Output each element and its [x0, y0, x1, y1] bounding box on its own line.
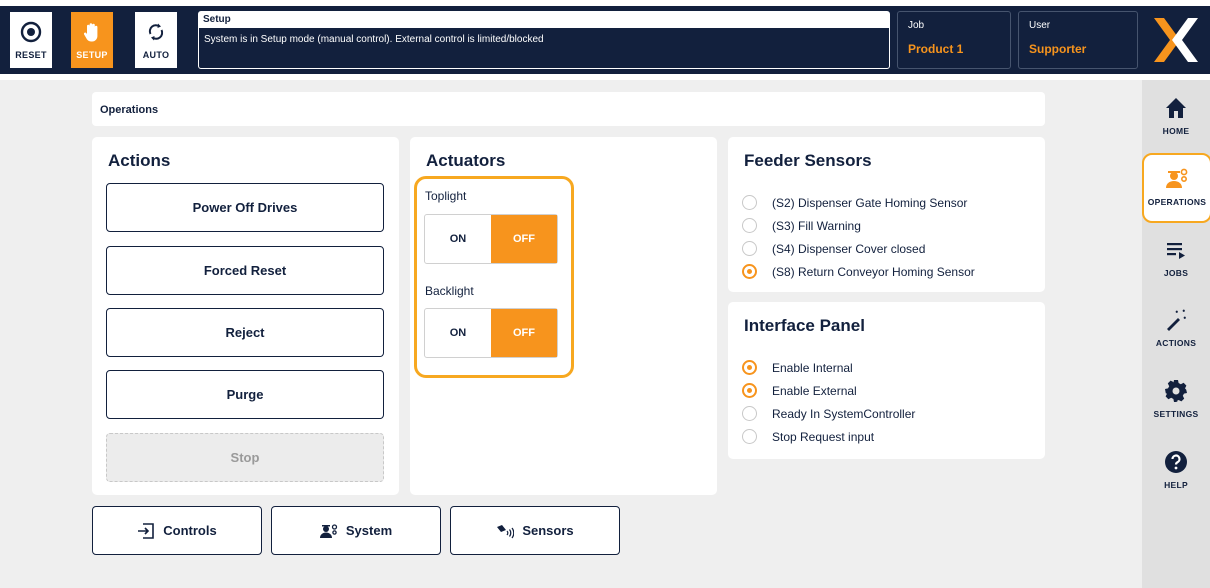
sidebar: HOME OPERATIONS JOBS ACTIONS SETTINGS HE… — [1142, 80, 1210, 588]
operations-icon — [1166, 168, 1188, 188]
system-button[interactable]: System — [271, 506, 441, 555]
sidebar-item-jobs[interactable]: JOBS — [1142, 226, 1210, 296]
controls-label: Controls — [163, 523, 217, 538]
reset-button[interactable]: RESET — [10, 12, 52, 68]
actions-card: Actions Power Off Drives Forced Reset Re… — [92, 137, 399, 495]
sensor-label: (S3) Fill Warning — [772, 219, 861, 233]
forced-reset-button[interactable]: Forced Reset — [106, 246, 384, 295]
sensor-label: (S8) Return Conveyor Homing Sensor — [772, 265, 975, 279]
auto-cycle-icon — [148, 23, 164, 41]
sensor-label: (S4) Dispenser Cover closed — [772, 242, 926, 256]
sidebar-item-label: OPERATIONS — [1147, 197, 1207, 207]
sensors-button[interactable]: Sensors — [450, 506, 620, 555]
logo-icon — [1154, 18, 1198, 62]
gear-icon — [1165, 380, 1187, 402]
breadcrumb: Operations — [92, 92, 1045, 126]
sensors-icon — [497, 524, 515, 538]
reject-button[interactable]: Reject — [106, 308, 384, 357]
stop-button[interactable]: Stop — [106, 433, 384, 482]
backlight-on-option[interactable]: ON — [425, 309, 491, 357]
backlight-off-option[interactable]: OFF — [491, 309, 557, 357]
status-indicator — [742, 383, 757, 398]
sidebar-item-actions[interactable]: ACTIONS — [1142, 296, 1210, 366]
sidebar-item-operations[interactable]: OPERATIONS — [1142, 153, 1210, 223]
sidebar-item-label: HOME — [1162, 126, 1190, 136]
backlight-toggle[interactable]: ON OFF — [424, 308, 558, 358]
home-icon — [1166, 98, 1186, 118]
auto-label: AUTO — [142, 50, 170, 60]
sidebar-item-label: ACTIONS — [1155, 338, 1197, 348]
interface-label: Enable Internal — [772, 361, 853, 375]
user-label: User — [1029, 20, 1051, 31]
controls-button[interactable]: Controls — [92, 506, 262, 555]
status-indicator — [742, 241, 757, 256]
status-message: System is in Setup mode (manual control)… — [204, 34, 544, 45]
interface-label: Stop Request input — [772, 430, 875, 444]
status-indicator — [742, 406, 757, 421]
toplight-toggle[interactable]: ON OFF — [424, 214, 558, 264]
sidebar-item-label: SETTINGS — [1153, 409, 1199, 419]
auto-mode-button[interactable]: AUTO — [135, 12, 177, 68]
interface-panel-title: Interface Panel — [744, 316, 865, 335]
toplight-off-option[interactable]: OFF — [491, 215, 557, 263]
power-off-drives-button[interactable]: Power Off Drives — [106, 183, 384, 232]
toplight-label: Toplight — [425, 189, 467, 203]
sensors-label: Sensors — [522, 523, 574, 538]
top-bar: RESET SETUP AUTO Setup System is in Setu… — [0, 0, 1210, 80]
actions-title: Actions — [108, 151, 171, 170]
user-value: Supporter — [1029, 42, 1087, 56]
sidebar-item-settings[interactable]: SETTINGS — [1142, 367, 1210, 437]
status-title: Setup — [199, 12, 889, 28]
controls-icon — [138, 522, 155, 539]
interface-panel-card: Interface Panel Enable Internal Enable E… — [728, 302, 1045, 459]
sidebar-item-home[interactable]: HOME — [1142, 84, 1210, 154]
toplight-on-option[interactable]: ON — [425, 215, 491, 263]
interface-label: Enable External — [772, 384, 857, 398]
status-indicator — [742, 195, 757, 210]
sidebar-item-label: HELP — [1164, 480, 1188, 490]
brand-logo — [1142, 6, 1210, 74]
sensor-label: (S2) Dispenser Gate Homing Sensor — [772, 196, 968, 210]
job-label: Job — [908, 20, 925, 31]
reset-label: RESET — [15, 50, 47, 60]
system-icon — [319, 523, 338, 538]
interface-label: Ready In SystemController — [772, 407, 916, 421]
magic-wand-icon — [1167, 309, 1186, 331]
purge-button[interactable]: Purge — [106, 370, 384, 419]
reset-icon — [20, 21, 42, 43]
system-label: System — [345, 523, 393, 538]
setup-label: SETUP — [76, 50, 108, 60]
feeder-sensors-title: Feeder Sensors — [744, 151, 872, 170]
user-panel[interactable]: User Supporter — [1018, 11, 1138, 69]
sidebar-item-label: JOBS — [1163, 268, 1189, 278]
sidebar-item-help[interactable]: HELP — [1142, 438, 1210, 508]
setup-mode-button[interactable]: SETUP — [71, 12, 113, 68]
hand-icon — [83, 23, 98, 42]
status-indicator — [742, 360, 757, 375]
status-indicator — [742, 264, 757, 279]
status-panel: Setup System is in Setup mode (manual co… — [198, 11, 890, 69]
job-panel[interactable]: Job Product 1 — [897, 11, 1011, 69]
status-indicator — [742, 218, 757, 233]
jobs-icon — [1167, 243, 1185, 259]
actuators-title: Actuators — [426, 151, 506, 170]
status-indicator — [742, 429, 757, 444]
backlight-label: Backlight — [425, 284, 474, 298]
help-icon — [1165, 451, 1187, 473]
feeder-sensors-card: Feeder Sensors (S2) Dispenser Gate Homin… — [728, 137, 1045, 292]
job-value: Product 1 — [908, 42, 964, 56]
